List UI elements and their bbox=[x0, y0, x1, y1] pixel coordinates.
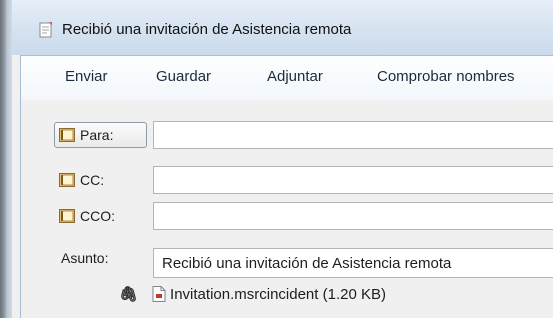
window-frame-edge bbox=[0, 0, 12, 318]
cc-button[interactable]: CC: bbox=[59, 167, 104, 193]
cc-label: CC: bbox=[80, 172, 105, 188]
address-book-icon bbox=[59, 173, 75, 187]
new-message-icon bbox=[39, 22, 52, 38]
title-bar: Recibió una invitación de Asistencia rem… bbox=[12, 0, 553, 55]
paperclip-icon: 🖇︎ bbox=[119, 286, 139, 303]
to-label: Para: bbox=[80, 127, 114, 143]
window-title: Recibió una invitación de Asistencia rem… bbox=[62, 21, 352, 38]
address-book-icon bbox=[59, 128, 75, 142]
bcc-field[interactable] bbox=[153, 202, 553, 230]
cc-field[interactable] bbox=[153, 166, 553, 194]
to-button[interactable]: Para: bbox=[54, 122, 147, 148]
send-button[interactable]: Enviar bbox=[65, 68, 108, 85]
bcc-label: CCO: bbox=[80, 208, 115, 224]
msrc-file-icon bbox=[152, 286, 166, 302]
subject-label: Asunto: bbox=[61, 250, 109, 266]
bcc-button[interactable]: CCO: bbox=[59, 203, 115, 229]
to-field[interactable] bbox=[153, 121, 553, 149]
message-header-form: Para: CC: CCO: Asunto: Recibió una invit… bbox=[20, 100, 553, 318]
check-names-button[interactable]: Comprobar nombres bbox=[377, 68, 515, 85]
save-button[interactable]: Guardar bbox=[156, 68, 211, 85]
attachment-file[interactable]: Invitation.msrcincident (1.20 KB) bbox=[170, 286, 386, 303]
toolbar: Enviar Guardar Adjuntar Comprobar nombre… bbox=[20, 55, 553, 101]
attachment-row: 🖇︎ Invitation.msrcincident (1.20 KB) bbox=[119, 285, 386, 304]
attach-button[interactable]: Adjuntar bbox=[267, 68, 323, 85]
address-book-icon bbox=[59, 209, 75, 223]
subject-field[interactable]: Recibió una invitación de Asistencia rem… bbox=[153, 248, 553, 278]
